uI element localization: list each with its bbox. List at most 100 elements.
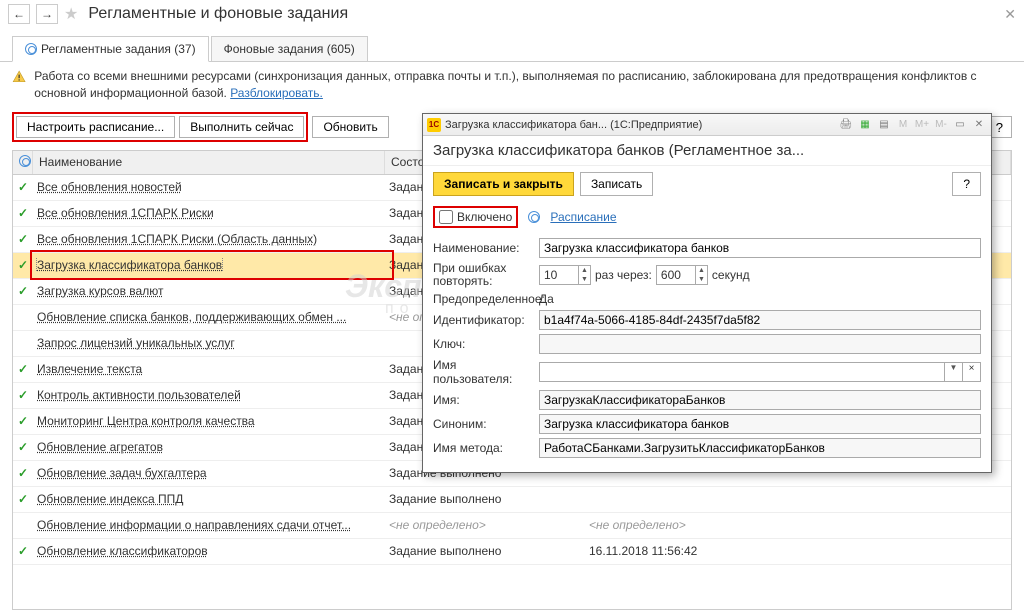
m-minus-icon[interactable]: M-: [933, 117, 949, 133]
iname-input: [539, 390, 981, 410]
check-icon: ✓: [18, 466, 28, 480]
col-name[interactable]: Наименование: [33, 151, 385, 174]
job-name-link[interactable]: Обновление агрегатов: [37, 440, 163, 454]
schedule-link[interactable]: Расписание: [550, 210, 616, 224]
dialog-enable-row: Включено Расписание: [423, 202, 991, 232]
key-label: Ключ:: [433, 337, 539, 351]
job-name-link[interactable]: Обновление индекса ППД: [37, 492, 183, 506]
spin-down-icon[interactable]: ▼: [696, 275, 707, 284]
minimize-icon[interactable]: ▭: [952, 117, 968, 133]
tab-scheduled-jobs[interactable]: Регламентные задания (37): [12, 36, 209, 62]
check-icon: ✓: [18, 206, 28, 220]
check-icon: ✓: [18, 492, 28, 506]
chevron-down-icon[interactable]: ▼: [944, 363, 962, 381]
job-name-link[interactable]: Все обновления новостей: [37, 180, 182, 194]
user-label: Имя пользователя:: [433, 358, 539, 386]
dialog-form: Наименование: При ошибкахповторять: 10▲▼…: [423, 232, 991, 472]
unlock-link[interactable]: Разблокировать.: [230, 86, 323, 100]
id-input: [539, 310, 981, 330]
enabled-checkbox[interactable]: [439, 210, 453, 224]
save-button[interactable]: Записать: [580, 172, 653, 196]
job-name-link[interactable]: Обновление задач бухгалтера: [37, 466, 207, 480]
id-label: Идентификатор:: [433, 313, 539, 327]
calculator-icon[interactable]: ▤: [876, 117, 892, 133]
tab-label: Регламентные задания (37): [41, 42, 196, 56]
highlight-box: Настроить расписание... Выполнить сейчас: [12, 112, 308, 142]
warning-icon: [12, 68, 26, 86]
job-name-link[interactable]: Все обновления 1СПАРК Риски: [37, 206, 214, 220]
name-label: Наименование:: [433, 241, 539, 255]
calendar-icon[interactable]: ▦: [857, 117, 873, 133]
spin-down-icon[interactable]: ▼: [579, 275, 590, 284]
save-close-button[interactable]: Записать и закрыть: [433, 172, 574, 196]
check-icon: ✓: [18, 232, 28, 246]
tab-label: Фоновые задания (605): [224, 42, 355, 56]
retry-label: При ошибкахповторять:: [433, 262, 539, 288]
retry-text: секунд: [712, 268, 750, 282]
check-icon: ✓: [18, 180, 28, 194]
predefined-label: Предопределенное:: [433, 292, 539, 306]
predefined-value: Да: [539, 292, 554, 306]
job-name-link[interactable]: Все обновления 1СПАРК Риски (Область дан…: [37, 232, 317, 246]
job-name-link[interactable]: Контроль активности пользователей: [37, 388, 241, 402]
dialog-help-button[interactable]: ?: [952, 172, 981, 196]
tabs-row: Регламентные задания (37) Фоновые задани…: [0, 28, 1024, 62]
run-now-button[interactable]: Выполнить сейчас: [179, 116, 304, 138]
m-plus-icon[interactable]: M+: [914, 117, 930, 133]
forward-button[interactable]: →: [36, 4, 58, 24]
globe-icon: [25, 43, 37, 55]
globe-icon: [19, 155, 31, 167]
m-mark-icon[interactable]: M: [895, 117, 911, 133]
table-row[interactable]: ✓Обновление классификаторовЗадание выпол…: [13, 539, 1011, 565]
iname-label: Имя:: [433, 393, 539, 407]
name-input[interactable]: [539, 238, 981, 258]
retry-interval-input[interactable]: 600▲▼: [656, 265, 708, 285]
method-label: Имя метода:: [433, 441, 539, 455]
retry-count-input[interactable]: 10▲▼: [539, 265, 591, 285]
app-logo-1c: 1C: [427, 118, 441, 132]
title-bar: ← → ★ Регламентные и фоновые задания ✕: [0, 0, 1024, 28]
close-icon[interactable]: ✕: [1004, 6, 1016, 23]
globe-icon: [528, 211, 540, 223]
warning-text: Работа со всеми внешними ресурсами (синх…: [34, 68, 1012, 102]
back-button[interactable]: ←: [8, 4, 30, 24]
dialog-heading: Загрузка классификатора банков (Регламен…: [423, 136, 991, 166]
table-row[interactable]: ✓Обновление индекса ППДЗадание выполнено: [13, 487, 1011, 513]
dialog-toolbar: Записать и закрыть Записать ?: [423, 166, 991, 202]
job-properties-dialog: 1C Загрузка классификатора бан... (1С:Пр…: [422, 113, 992, 473]
check-icon: ✓: [18, 414, 28, 428]
job-name-link[interactable]: Запрос лицензий уникальных услуг: [37, 336, 235, 350]
check-icon: ✓: [18, 284, 28, 298]
favorite-star-icon[interactable]: ★: [64, 4, 78, 24]
syn-label: Синоним:: [433, 417, 539, 431]
check-icon: ✓: [18, 362, 28, 376]
job-name-link[interactable]: Загрузка курсов валют: [37, 284, 163, 298]
job-name-link[interactable]: Извлечение текста: [37, 362, 142, 376]
check-icon: ✓: [18, 388, 28, 402]
job-name-link[interactable]: Мониторинг Центра контроля качества: [37, 414, 255, 428]
syn-input: [539, 414, 981, 434]
job-name-link[interactable]: Обновление списка банков, поддерживающих…: [37, 310, 346, 324]
warning-banner: Работа со всеми внешними ресурсами (синх…: [0, 62, 1024, 108]
user-input[interactable]: [540, 363, 944, 381]
check-icon: ✓: [18, 258, 28, 272]
close-icon[interactable]: ✕: [971, 117, 987, 133]
print-icon[interactable]: 🖨: [838, 117, 854, 133]
clear-icon[interactable]: ×: [963, 362, 981, 382]
job-name-link[interactable]: Обновление информации о направлениях сда…: [37, 518, 351, 532]
highlight-box: Включено: [433, 206, 518, 228]
key-input: [539, 334, 981, 354]
refresh-button[interactable]: Обновить: [312, 116, 388, 138]
method-input: [539, 438, 981, 458]
configure-schedule-button[interactable]: Настроить расписание...: [16, 116, 175, 138]
page-title: Регламентные и фоновые задания: [88, 5, 348, 23]
enabled-label: Включено: [457, 210, 512, 224]
job-name-link[interactable]: Обновление классификаторов: [37, 544, 208, 558]
table-row[interactable]: Обновление информации о направлениях сда…: [13, 513, 1011, 539]
check-icon: ✓: [18, 544, 28, 558]
tab-background-jobs[interactable]: Фоновые задания (605): [211, 36, 368, 61]
spin-up-icon[interactable]: ▲: [696, 266, 707, 275]
check-icon: ✓: [18, 440, 28, 454]
spin-up-icon[interactable]: ▲: [579, 266, 590, 275]
job-name-link[interactable]: Загрузка классификатора банков: [37, 258, 222, 272]
